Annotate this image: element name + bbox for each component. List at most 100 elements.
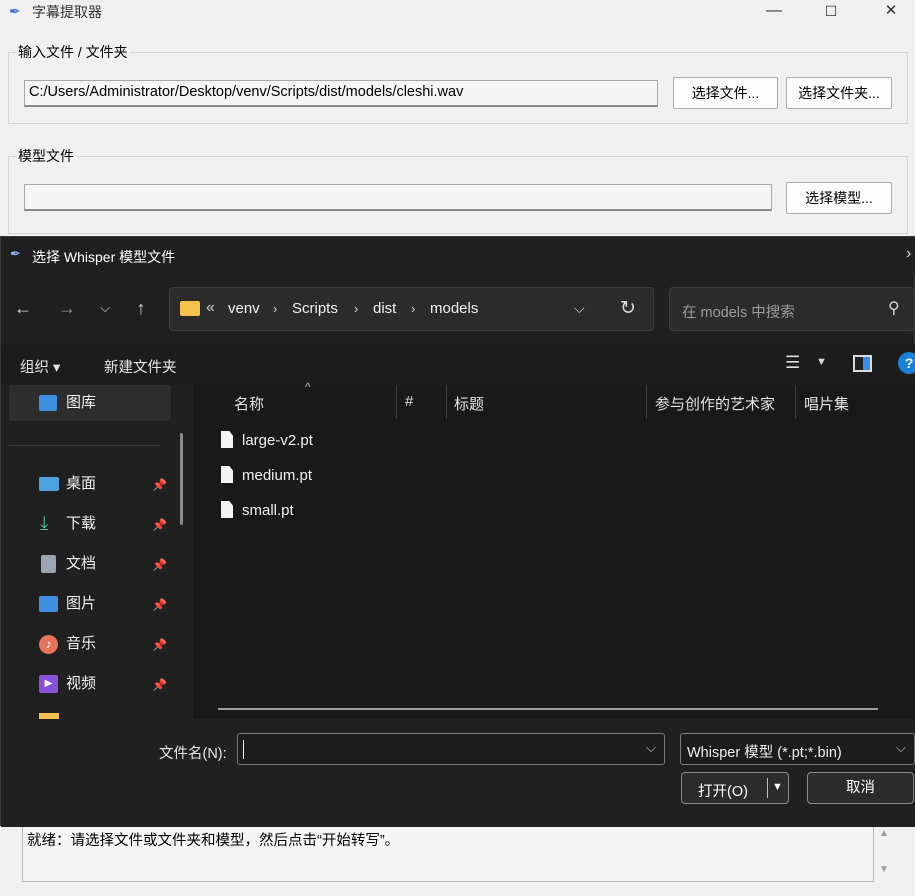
model-group-legend: 模型文件 [16, 146, 76, 166]
sidebar-item-label: 图库 [66, 394, 97, 411]
column-header-title[interactable]: 标题 [454, 393, 484, 414]
choose-model-button[interactable]: 选择模型... [786, 182, 892, 214]
breadcrumb-models[interactable]: models [430, 300, 478, 317]
sidebar-scrollbar[interactable] [180, 433, 183, 525]
list-item[interactable]: small.pt [221, 494, 521, 528]
model-path-field[interactable] [24, 184, 772, 211]
sidebar-item-label: 桌面 [66, 475, 97, 492]
status-text: 就绪：请选择文件或文件夹和模型，然后点击“开始转写”。 [27, 833, 400, 849]
sidebar-item-documents[interactable]: 文档 📌 [9, 546, 171, 582]
sidebar: 图库 桌面 📌 ⤓ 下载 📌 文档 📌 图片 📌 ♪ 音乐 📌 ▶ 视频 📌 [1, 385, 191, 719]
back-arrow-icon[interactable]: ← [10, 295, 36, 321]
sidebar-item-videos[interactable]: ▶ 视频 📌 [9, 666, 171, 702]
help-icon[interactable]: ? [898, 352, 915, 374]
pin-icon[interactable]: 📌 [152, 627, 167, 663]
up-arrow-icon[interactable]: ↑ [128, 295, 154, 321]
list-item[interactable]: medium.pt [221, 459, 521, 493]
recent-chevron-icon[interactable]: ⌵ [92, 295, 118, 321]
status-text-area[interactable]: 就绪：请选择文件或文件夹和模型，然后点击“开始转写”。 [22, 826, 874, 882]
scroll-up-icon[interactable]: ▲ [879, 828, 889, 839]
column-header-artists[interactable]: 参与创作的艺术家 [655, 393, 775, 414]
pin-icon[interactable]: 📌 [152, 507, 167, 543]
video-icon: ▶ [39, 675, 58, 693]
download-icon: ⤓ [40, 513, 49, 534]
dialog-close-icon[interactable]: › [906, 245, 911, 263]
open-button[interactable]: 打开(O) ▼ [681, 772, 789, 804]
open-button-divider [767, 778, 768, 798]
horizontal-scrollbar[interactable] [218, 708, 878, 710]
sidebar-divider [9, 445, 161, 446]
chevron-right-icon: › [411, 301, 416, 316]
search-icon[interactable]: ⚲ [888, 298, 900, 318]
column-header-album[interactable]: 唱片集 [804, 393, 849, 414]
pin-icon[interactable]: 📌 [152, 467, 167, 503]
cancel-button[interactable]: 取消 [807, 772, 914, 804]
column-divider [446, 385, 447, 419]
breadcrumb-prefix: « [206, 299, 215, 316]
file-icon [221, 431, 233, 448]
scroll-down-icon[interactable]: ▼ [879, 864, 889, 875]
pin-icon[interactable]: 📌 [152, 667, 167, 703]
maximize-button[interactable]: ☐ [811, 0, 851, 24]
sidebar-item-label: 视频 [66, 675, 97, 692]
chevron-down-icon[interactable]: ⌵ [646, 740, 656, 756]
text-caret [243, 740, 244, 759]
pictures-icon [39, 596, 58, 612]
address-bar[interactable]: « venv › Scripts › dist › models ⌵ ↻ [169, 287, 654, 331]
search-box[interactable]: 在 models 中搜索 ⚲ [669, 287, 915, 331]
music-icon: ♪ [39, 635, 58, 654]
sidebar-item-downloads[interactable]: ⤓ 下载 📌 [9, 506, 171, 542]
feather-icon: ✒ [9, 3, 21, 19]
filename-input[interactable]: ⌵ [237, 733, 665, 765]
forward-arrow-icon[interactable]: → [54, 295, 80, 321]
toolbar: 组织 ▾ 新建文件夹 ☰ ▼ ? [1, 345, 915, 385]
chevron-down-icon[interactable]: ⌵ [574, 300, 585, 317]
sidebar-item-pictures[interactable]: 图片 📌 [9, 586, 171, 622]
chevron-right-icon: › [273, 301, 278, 316]
view-list-icon[interactable]: ☰ [785, 353, 800, 373]
status-scrollbar[interactable]: ▲ ▼ [876, 826, 893, 882]
close-button[interactable]: ✕ [871, 0, 911, 24]
main-titlebar: ✒ 字幕提取器 — ☐ ✕ [0, 0, 915, 28]
choose-file-button[interactable]: 选择文件... [673, 77, 778, 109]
pin-icon[interactable]: 📌 [152, 587, 167, 623]
filename-label: 文件名(N): [159, 746, 227, 762]
feather-icon: ✒ [10, 246, 21, 261]
sidebar-item-gallery[interactable]: 图库 [9, 385, 171, 421]
input-path-field[interactable]: C:/Users/Administrator/Desktop/venv/Scri… [24, 80, 658, 107]
column-header-name[interactable]: 名称 [234, 393, 264, 414]
filetype-select[interactable]: Whisper 模型 (*.pt;*.bin) ⌵ [680, 733, 915, 765]
organize-menu[interactable]: 组织 ▾ [20, 356, 60, 377]
sidebar-item-desktop[interactable]: 桌面 📌 [9, 466, 171, 502]
preview-pane-icon[interactable] [853, 355, 872, 372]
column-divider [795, 385, 796, 419]
file-list: ^ 名称 # 标题 参与创作的艺术家 唱片集 large-v2.pt mediu… [193, 380, 915, 719]
breadcrumb-dist[interactable]: dist [373, 300, 396, 317]
file-icon [221, 501, 233, 518]
folder-icon [180, 301, 200, 316]
file-icon [221, 466, 233, 483]
chevron-down-icon[interactable]: ▼ [772, 781, 783, 793]
sidebar-item-label: 文档 [66, 555, 97, 572]
breadcrumb-scripts[interactable]: Scripts [292, 300, 338, 317]
search-input[interactable]: 在 models 中搜索 [682, 301, 795, 322]
sidebar-item-label: 图片 [66, 595, 97, 612]
list-item[interactable]: large-v2.pt [221, 424, 521, 458]
sidebar-item-music[interactable]: ♪ 音乐 📌 [9, 626, 171, 662]
breadcrumb-venv[interactable]: venv [228, 300, 260, 317]
choose-folder-button[interactable]: 选择文件夹... [786, 77, 892, 109]
sort-ascending-icon: ^ [305, 380, 311, 394]
chevron-down-icon[interactable]: ▼ [816, 356, 827, 368]
input-group-legend: 输入文件 / 文件夹 [16, 42, 130, 62]
refresh-icon[interactable]: ↻ [620, 297, 636, 320]
file-dialog: ✒ 选择 Whisper 模型文件 › ← → ⌵ ↑ « venv › Scr… [0, 236, 915, 827]
pin-icon[interactable]: 📌 [152, 547, 167, 583]
minimize-button[interactable]: — [754, 0, 794, 24]
file-name: large-v2.pt [242, 432, 313, 449]
gallery-icon [39, 395, 57, 411]
sidebar-item-label: 音乐 [66, 635, 97, 652]
main-window-title: 字幕提取器 [32, 4, 102, 20]
column-header-number[interactable]: # [405, 393, 413, 410]
chevron-down-icon[interactable]: ⌵ [896, 740, 906, 756]
new-folder-button[interactable]: 新建文件夹 [104, 356, 177, 377]
